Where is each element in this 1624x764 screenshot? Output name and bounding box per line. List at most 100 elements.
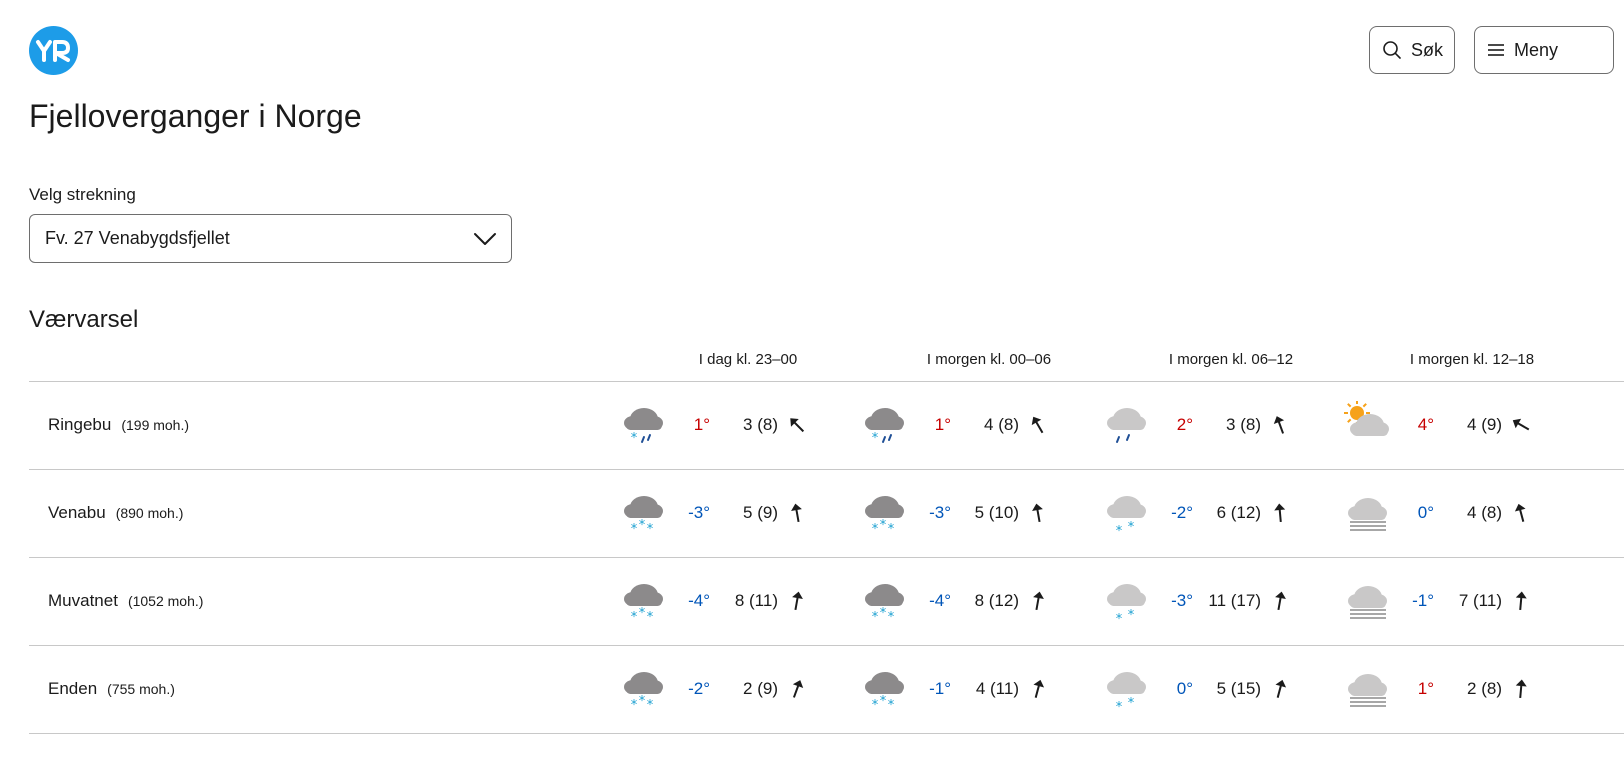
wind-direction-arrow-icon [790, 418, 805, 433]
svg-text:*: * [647, 522, 654, 537]
route-select-value: Fv. 27 Venabygdsfjellet [45, 228, 230, 248]
snow-icon: * * * [624, 584, 663, 625]
table-row[interactable]: Muvatnet (1052 moh.) * * * -4° 8 (11) * * * -4° 8 (… [29, 557, 1624, 645]
wind-speed: 2 (9) [743, 679, 778, 698]
menu-button[interactable]: Meny [1474, 26, 1614, 74]
wind-speed: 5 (15) [1216, 679, 1261, 698]
period-header: I dag kl. 23–00 [698, 351, 798, 368]
table-row[interactable]: Ringebu (199 moh.) * 1° 3 (8) * 1° 4 (8) 2° 3 (8)… [29, 381, 1624, 469]
wind-speed: 11 (17) [1208, 591, 1261, 610]
svg-text:*: * [872, 431, 879, 446]
svg-text:*: * [631, 522, 638, 537]
wind-speed: 8 (11) [734, 591, 778, 610]
svg-text:*: * [631, 431, 638, 446]
fog-icon [1348, 498, 1387, 531]
svg-text:*: * [1128, 608, 1135, 623]
yr-logo-mark [35, 39, 70, 62]
svg-text:*: * [888, 522, 895, 537]
svg-text:*: * [1116, 524, 1123, 537]
wind-speed: 5 (10) [974, 503, 1019, 522]
search-icon [1383, 41, 1401, 59]
svg-text:*: * [880, 606, 887, 621]
wind-speed: 8 (12) [974, 591, 1019, 610]
sleet-icon: * [865, 408, 904, 446]
wind-direction-arrow-icon [1031, 416, 1044, 434]
wind-direction-arrow-icon [1515, 679, 1527, 699]
svg-text:*: * [1128, 520, 1135, 535]
wind-speed: 5 (9) [743, 503, 778, 522]
svg-text:*: * [872, 522, 879, 537]
wind-direction-arrow-icon [1275, 591, 1286, 611]
wind-speed: 3 (8) [1226, 415, 1261, 434]
light-snow-icon: * * [1107, 584, 1146, 625]
location-name: Muvatnet [48, 591, 118, 610]
wind-speed: 4 (8) [1467, 503, 1502, 522]
location-name: Venabu [48, 503, 106, 522]
hamburger-icon [1488, 44, 1504, 56]
route-select[interactable]: Fv. 27 Venabygdsfjellet [29, 214, 512, 263]
snow-icon: * * * [865, 672, 904, 713]
svg-text:*: * [888, 610, 895, 625]
table-row[interactable]: Venabu (890 moh.) * * * -3° 5 (9) * * * -3° 5 (10) *… [29, 469, 1624, 557]
wind-direction-arrow-icon [1032, 503, 1043, 523]
period-header: I morgen kl. 12–18 [1409, 351, 1535, 368]
wind-direction-arrow-icon [792, 591, 803, 611]
wind-direction-arrow-icon [1275, 679, 1287, 698]
location-name: Enden [48, 679, 98, 698]
location-altitude: (890 moh.) [115, 505, 184, 521]
wind-direction-arrow-icon [1273, 416, 1285, 434]
wind-direction-arrow-icon [1515, 591, 1527, 611]
search-button[interactable]: Søk [1369, 26, 1455, 74]
location-altitude: (1052 moh.) [127, 593, 204, 609]
table-row[interactable]: Enden (755 moh.) * * * -2° 2 (9) * * * -1° 4 (11) * *… [29, 645, 1624, 733]
page-title: Fjelloverganger i Norge [29, 98, 362, 134]
svg-text:*: * [647, 610, 654, 625]
search-label: Søk [1411, 39, 1444, 60]
svg-text:*: * [872, 610, 879, 625]
svg-text:*: * [639, 518, 646, 533]
svg-text:*: * [888, 698, 895, 713]
wind-speed: 7 (11) [1458, 591, 1502, 610]
light-snow-icon: * * [1107, 496, 1146, 537]
partly-cloudy-icon [1344, 401, 1389, 436]
location-name: Ringebu [48, 415, 112, 434]
route-select-label: Velg strekning [29, 185, 136, 204]
location-altitude: (199 moh.) [121, 417, 190, 433]
fog-icon [1348, 674, 1387, 707]
svg-text:*: * [639, 694, 646, 709]
wind-direction-arrow-icon [1512, 418, 1530, 431]
forecast-title: Værvarsel [29, 306, 139, 333]
wind-speed: 2 (8) [1467, 679, 1502, 698]
rain-icon [1107, 408, 1146, 443]
wind-speed: 4 (8) [984, 415, 1019, 434]
location-link[interactable]: Enden (755 moh.) [48, 645, 175, 733]
period-header: I morgen kl. 06–12 [1168, 351, 1294, 368]
wind-direction-arrow-icon [1274, 503, 1286, 523]
svg-text:*: * [647, 698, 654, 713]
location-link[interactable]: Muvatnet (1052 moh.) [48, 557, 203, 645]
svg-text:*: * [872, 698, 879, 713]
wind-direction-arrow-icon [1514, 503, 1526, 522]
snow-icon: * * * [624, 672, 663, 713]
light-snow-icon: * * [1107, 672, 1146, 713]
wind-direction-arrow-icon [792, 680, 804, 698]
wind-speed: 4 (9) [1467, 415, 1502, 434]
snow-icon: * * * [865, 496, 904, 537]
wind-direction-arrow-icon [1033, 591, 1044, 611]
fog-icon [1348, 586, 1387, 619]
svg-text:*: * [631, 698, 638, 713]
location-altitude: (755 moh.) [107, 681, 175, 697]
snow-icon: * * * [624, 496, 663, 537]
location-link[interactable]: Venabu (890 moh.) [48, 469, 183, 557]
wind-speed: 4 (11) [975, 679, 1019, 698]
sleet-icon: * [624, 408, 663, 446]
svg-text:*: * [880, 694, 887, 709]
wind-direction-arrow-icon [1033, 679, 1045, 698]
svg-text:*: * [1116, 700, 1123, 713]
svg-text:*: * [880, 518, 887, 533]
yr-logo[interactable] [29, 26, 78, 75]
wind-direction-arrow-icon [791, 503, 802, 523]
location-link[interactable]: Ringebu (199 moh.) [48, 381, 189, 469]
svg-text:*: * [639, 606, 646, 621]
menu-label: Meny [1514, 39, 1559, 60]
